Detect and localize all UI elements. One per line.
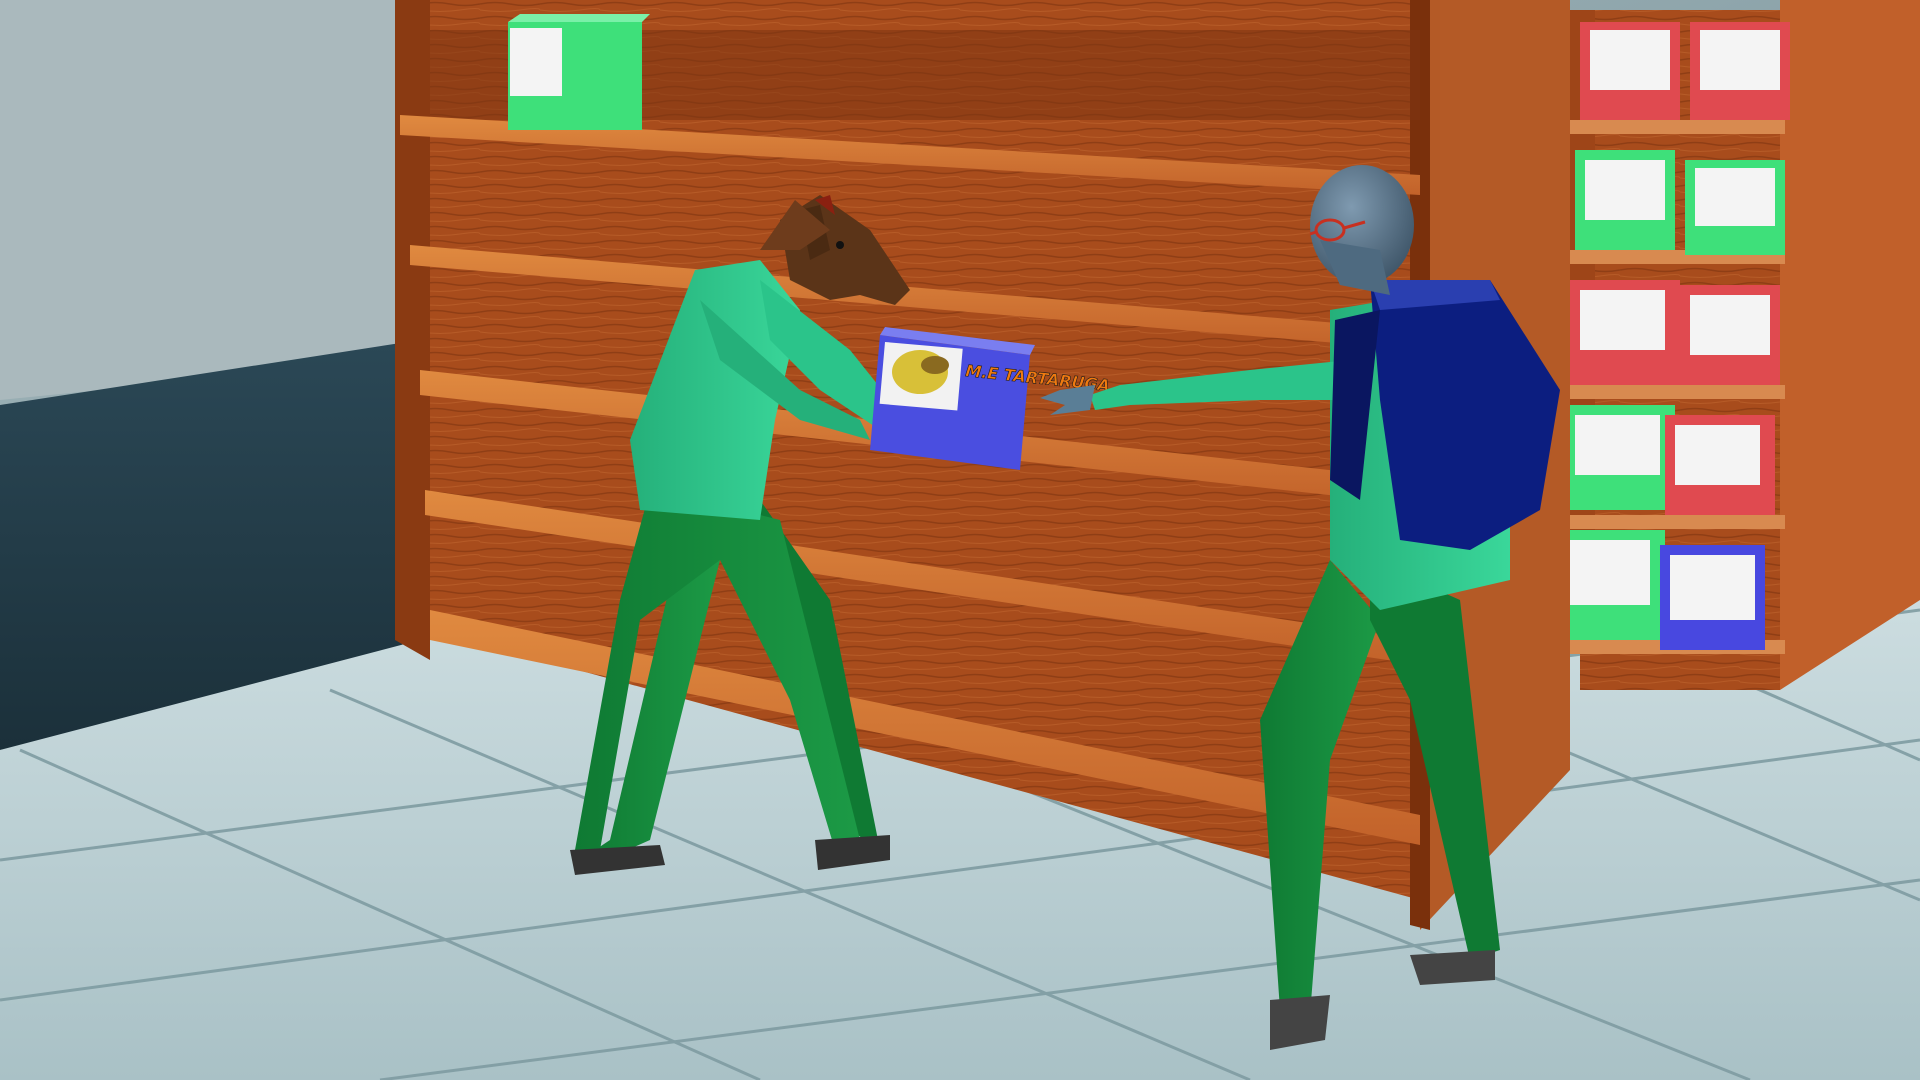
box-red-row3 — [1570, 280, 1780, 385]
left-wall-upper — [0, 0, 400, 400]
box-row4 — [1565, 405, 1775, 515]
box-row5 — [1555, 530, 1765, 650]
store-scene: M.E TARTARUGA — [0, 0, 1920, 1080]
green-box-top — [508, 14, 650, 130]
right-shelf-unit — [1545, 0, 1920, 690]
